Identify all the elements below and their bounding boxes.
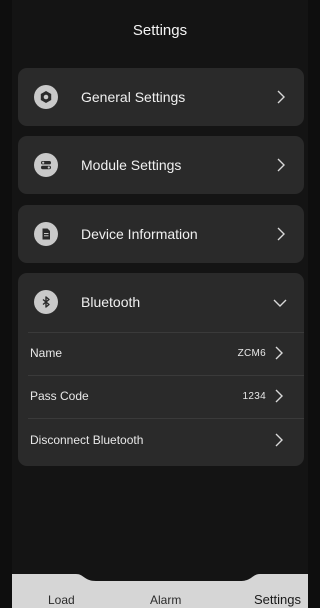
bluetooth-name-row[interactable]: Name ZCM6 [18, 332, 304, 375]
toggle-icon [34, 153, 58, 177]
chevron-right-icon [274, 432, 284, 448]
tab-load[interactable]: Load [48, 593, 75, 607]
pass-code-row[interactable]: Pass Code 1234 [18, 375, 304, 418]
pass-code-label: Pass Code [30, 389, 89, 403]
disconnect-bluetooth-row[interactable]: Disconnect Bluetooth [18, 419, 304, 462]
module-settings-card[interactable]: Module Settings [18, 136, 304, 194]
device-information-label: Device Information [81, 226, 198, 242]
general-settings-label: General Settings [81, 89, 186, 105]
tab-alarm[interactable]: Alarm [150, 593, 181, 607]
name-value: ZCM6 [237, 348, 266, 359]
gear-icon [34, 85, 58, 109]
chevron-right-icon [276, 89, 286, 105]
pass-code-value: 1234 [242, 391, 266, 402]
document-icon [34, 222, 58, 246]
general-settings-card[interactable]: General Settings [18, 68, 304, 126]
name-label: Name [30, 346, 63, 360]
chevron-right-icon [274, 388, 284, 404]
chevron-right-icon [274, 345, 284, 361]
module-settings-label: Module Settings [81, 157, 182, 173]
disconnect-bluetooth-label: Disconnect Bluetooth [30, 433, 144, 447]
device-information-card[interactable]: Device Information [18, 205, 304, 263]
page-title: Settings [132, 22, 188, 39]
bluetooth-header[interactable]: Bluetooth [18, 273, 304, 331]
bottom-tab-bar: Load Alarm Settings [12, 574, 308, 608]
bluetooth-label: Bluetooth [81, 294, 141, 310]
tab-settings[interactable]: Settings [254, 592, 301, 607]
chevron-down-icon [272, 298, 288, 308]
bluetooth-icon [34, 290, 58, 314]
chevron-right-icon [276, 157, 286, 173]
bluetooth-card: Bluetooth Name ZCM6 Pass Code 1234 Disco… [18, 273, 304, 466]
chevron-right-icon [276, 226, 286, 242]
